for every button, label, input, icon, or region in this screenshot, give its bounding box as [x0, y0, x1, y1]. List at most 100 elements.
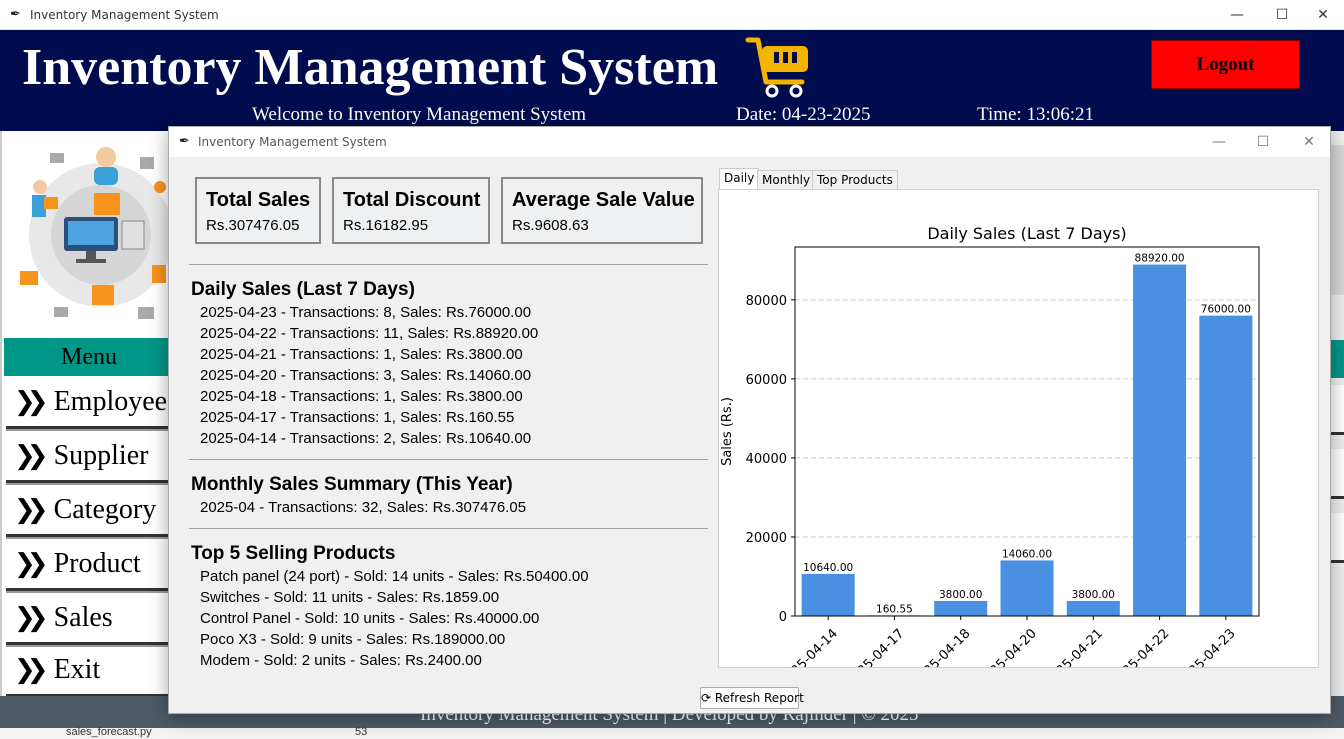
bar-value-label: 10640.00	[803, 562, 853, 574]
bar	[1133, 264, 1187, 616]
background-editor-strip: sales_forecast.py 53	[0, 726, 1344, 739]
double-chevron-icon: ❯❯	[14, 549, 48, 579]
daily-line: 2025-04-22 - Transactions: 11, Sales: Rs…	[200, 325, 539, 342]
bar-value-label: 3800.00	[939, 589, 982, 601]
daily-sales-chart: Daily Sales (Last 7 Days) Sales (Rs.) 0 200…	[720, 224, 1260, 668]
inventory-illustration	[20, 147, 172, 319]
bar-value-label: 14060.00	[1002, 548, 1052, 560]
bar-value-label: 160.55	[876, 603, 913, 615]
main-titlebar: ✒ Inventory Management System — ☐ ✕	[0, 0, 1344, 30]
daily-line: 2025-04-18 - Transactions: 1, Sales: Rs.…	[200, 388, 523, 405]
bar	[1199, 315, 1253, 616]
right-button-fragment	[1331, 449, 1344, 499]
tab-daily[interactable]: Daily	[719, 168, 760, 189]
menu-item-exit[interactable]: ❯❯ Exit	[6, 647, 174, 697]
stat-label: Total Sales	[206, 189, 311, 211]
refresh-report-button[interactable]: ⟳ Refresh Report	[700, 687, 804, 709]
tab-top-products[interactable]: Top Products	[812, 170, 898, 189]
stat-label: Total Discount	[343, 189, 481, 211]
y-tick-label: 40000	[746, 452, 787, 467]
x-tick-label: 2025-04-18	[910, 626, 974, 668]
stat-label: Average Sale Value	[512, 189, 695, 211]
dialog-maximize-button[interactable]: ☐	[1240, 127, 1286, 157]
dialog-minimize-button[interactable]: —	[1196, 127, 1242, 157]
menu-item-product[interactable]: ❯❯ Product	[6, 541, 174, 591]
logout-button[interactable]: Logout	[1151, 40, 1300, 89]
stat-total-sales: Total Sales Rs.307476.05	[195, 177, 321, 244]
top-product-line: Poco X3 - Sold: 9 units - Sales: Rs.1890…	[200, 631, 506, 648]
dialog-close-button[interactable]: ✕	[1286, 127, 1332, 157]
menu-item-label: Category	[53, 494, 157, 525]
file-tab[interactable]: sales_forecast.py	[66, 726, 152, 738]
daily-line: 2025-04-21 - Transactions: 1, Sales: Rs.…	[200, 346, 523, 363]
divider	[189, 264, 708, 265]
stat-value: Rs.307476.05	[206, 217, 300, 234]
chart-title: Daily Sales (Last 7 Days)	[927, 224, 1126, 243]
bar-value-label: 3800.00	[1072, 589, 1115, 601]
welcome-text: Welcome to Inventory Management System	[252, 104, 587, 125]
menu-item-category[interactable]: ❯❯ Category	[6, 487, 174, 537]
bar	[801, 573, 855, 616]
daily-section-title: Daily Sales (Last 7 Days)	[191, 279, 415, 300]
menu-item-label: Employee	[53, 386, 168, 417]
double-chevron-icon: ❯❯	[14, 495, 48, 525]
dialog-titlebar: ✒ Inventory Management System — ☐ ✕	[169, 127, 1330, 157]
monthly-section-title: Monthly Sales Summary (This Year)	[191, 474, 513, 495]
menu-item-supplier[interactable]: ❯❯ Supplier	[6, 433, 174, 483]
feather-icon: ✒	[179, 133, 190, 148]
right-button-fragment	[1331, 385, 1344, 435]
menu-item-label: Sales	[53, 602, 113, 633]
line-number: 53	[355, 726, 368, 738]
double-chevron-icon: ❯❯	[14, 655, 48, 685]
top-products-section-title: Top 5 Selling Products	[191, 543, 396, 564]
divider	[189, 459, 708, 460]
menu-item-sales[interactable]: ❯❯ Sales	[6, 595, 174, 645]
top-product-line: Modem - Sold: 2 units - Sales: Rs.2400.0…	[200, 652, 482, 669]
top-product-line: Patch panel (24 port) - Sold: 14 units -…	[200, 568, 589, 585]
refresh-label: Refresh Report	[714, 691, 804, 705]
daily-line: 2025-04-17 - Transactions: 1, Sales: Rs.…	[200, 409, 515, 426]
teal-bar-fragment	[1331, 340, 1344, 378]
x-tick-label: 2025-04-14	[777, 626, 841, 668]
monthly-line: 2025-04 - Transactions: 32, Sales: Rs.30…	[200, 499, 527, 516]
cart-icon	[745, 37, 808, 98]
daily-line: 2025-04-23 - Transactions: 8, Sales: Rs.…	[200, 304, 532, 321]
menu-item-label: Supplier	[53, 440, 149, 471]
double-chevron-icon: ❯❯	[14, 387, 48, 417]
app-title: Inventory Management System	[22, 39, 719, 96]
minimize-button[interactable]: —	[1214, 0, 1260, 30]
x-tick-label: 2025-04-23	[1175, 626, 1239, 668]
y-tick-label: 80000	[746, 294, 787, 309]
x-tick-label: 2025-04-22	[1108, 626, 1172, 668]
bar	[934, 600, 988, 616]
menu-item-employee[interactable]: ❯❯ Employee	[6, 379, 174, 429]
refresh-icon: ⟳	[701, 691, 715, 705]
feather-icon: ✒	[10, 6, 21, 21]
bar	[1066, 600, 1120, 616]
maximize-button[interactable]: ☐	[1259, 0, 1305, 30]
stat-average-sale: Average Sale Value Rs.9608.63	[501, 177, 703, 244]
tab-monthly[interactable]: Monthly	[757, 170, 816, 189]
bar	[1000, 560, 1054, 616]
top-product-line: Control Panel - Sold: 10 units - Sales: …	[200, 610, 540, 627]
divider	[189, 528, 708, 529]
menu-label: Menu	[4, 338, 174, 376]
stat-total-discount: Total Discount Rs.16182.95	[332, 177, 490, 244]
bar-value-label: 88920.00	[1135, 253, 1185, 265]
daily-line: 2025-04-14 - Transactions: 2, Sales: Rs.…	[200, 430, 532, 447]
double-chevron-icon: ❯❯	[14, 603, 48, 633]
dialog-title: Inventory Management System	[198, 135, 387, 149]
stat-value: Rs.16182.95	[343, 217, 429, 234]
double-chevron-icon: ❯❯	[14, 441, 48, 471]
x-tick-label: 2025-04-21	[1042, 626, 1106, 668]
y-tick-label: 0	[779, 610, 787, 625]
y-tick-label: 20000	[746, 531, 787, 546]
daily-line: 2025-04-20 - Transactions: 3, Sales: Rs.…	[200, 367, 532, 384]
menu-item-label: Product	[53, 548, 141, 579]
y-tick-label: 60000	[746, 373, 787, 388]
main-content-edge	[1331, 131, 1344, 696]
close-button[interactable]: ✕	[1300, 0, 1344, 30]
x-tick-label: 2025-04-20	[976, 626, 1040, 668]
time-text: Time: 13:06:21	[977, 104, 1095, 125]
app-header: Inventory Management System Logout Welco…	[0, 30, 1344, 131]
